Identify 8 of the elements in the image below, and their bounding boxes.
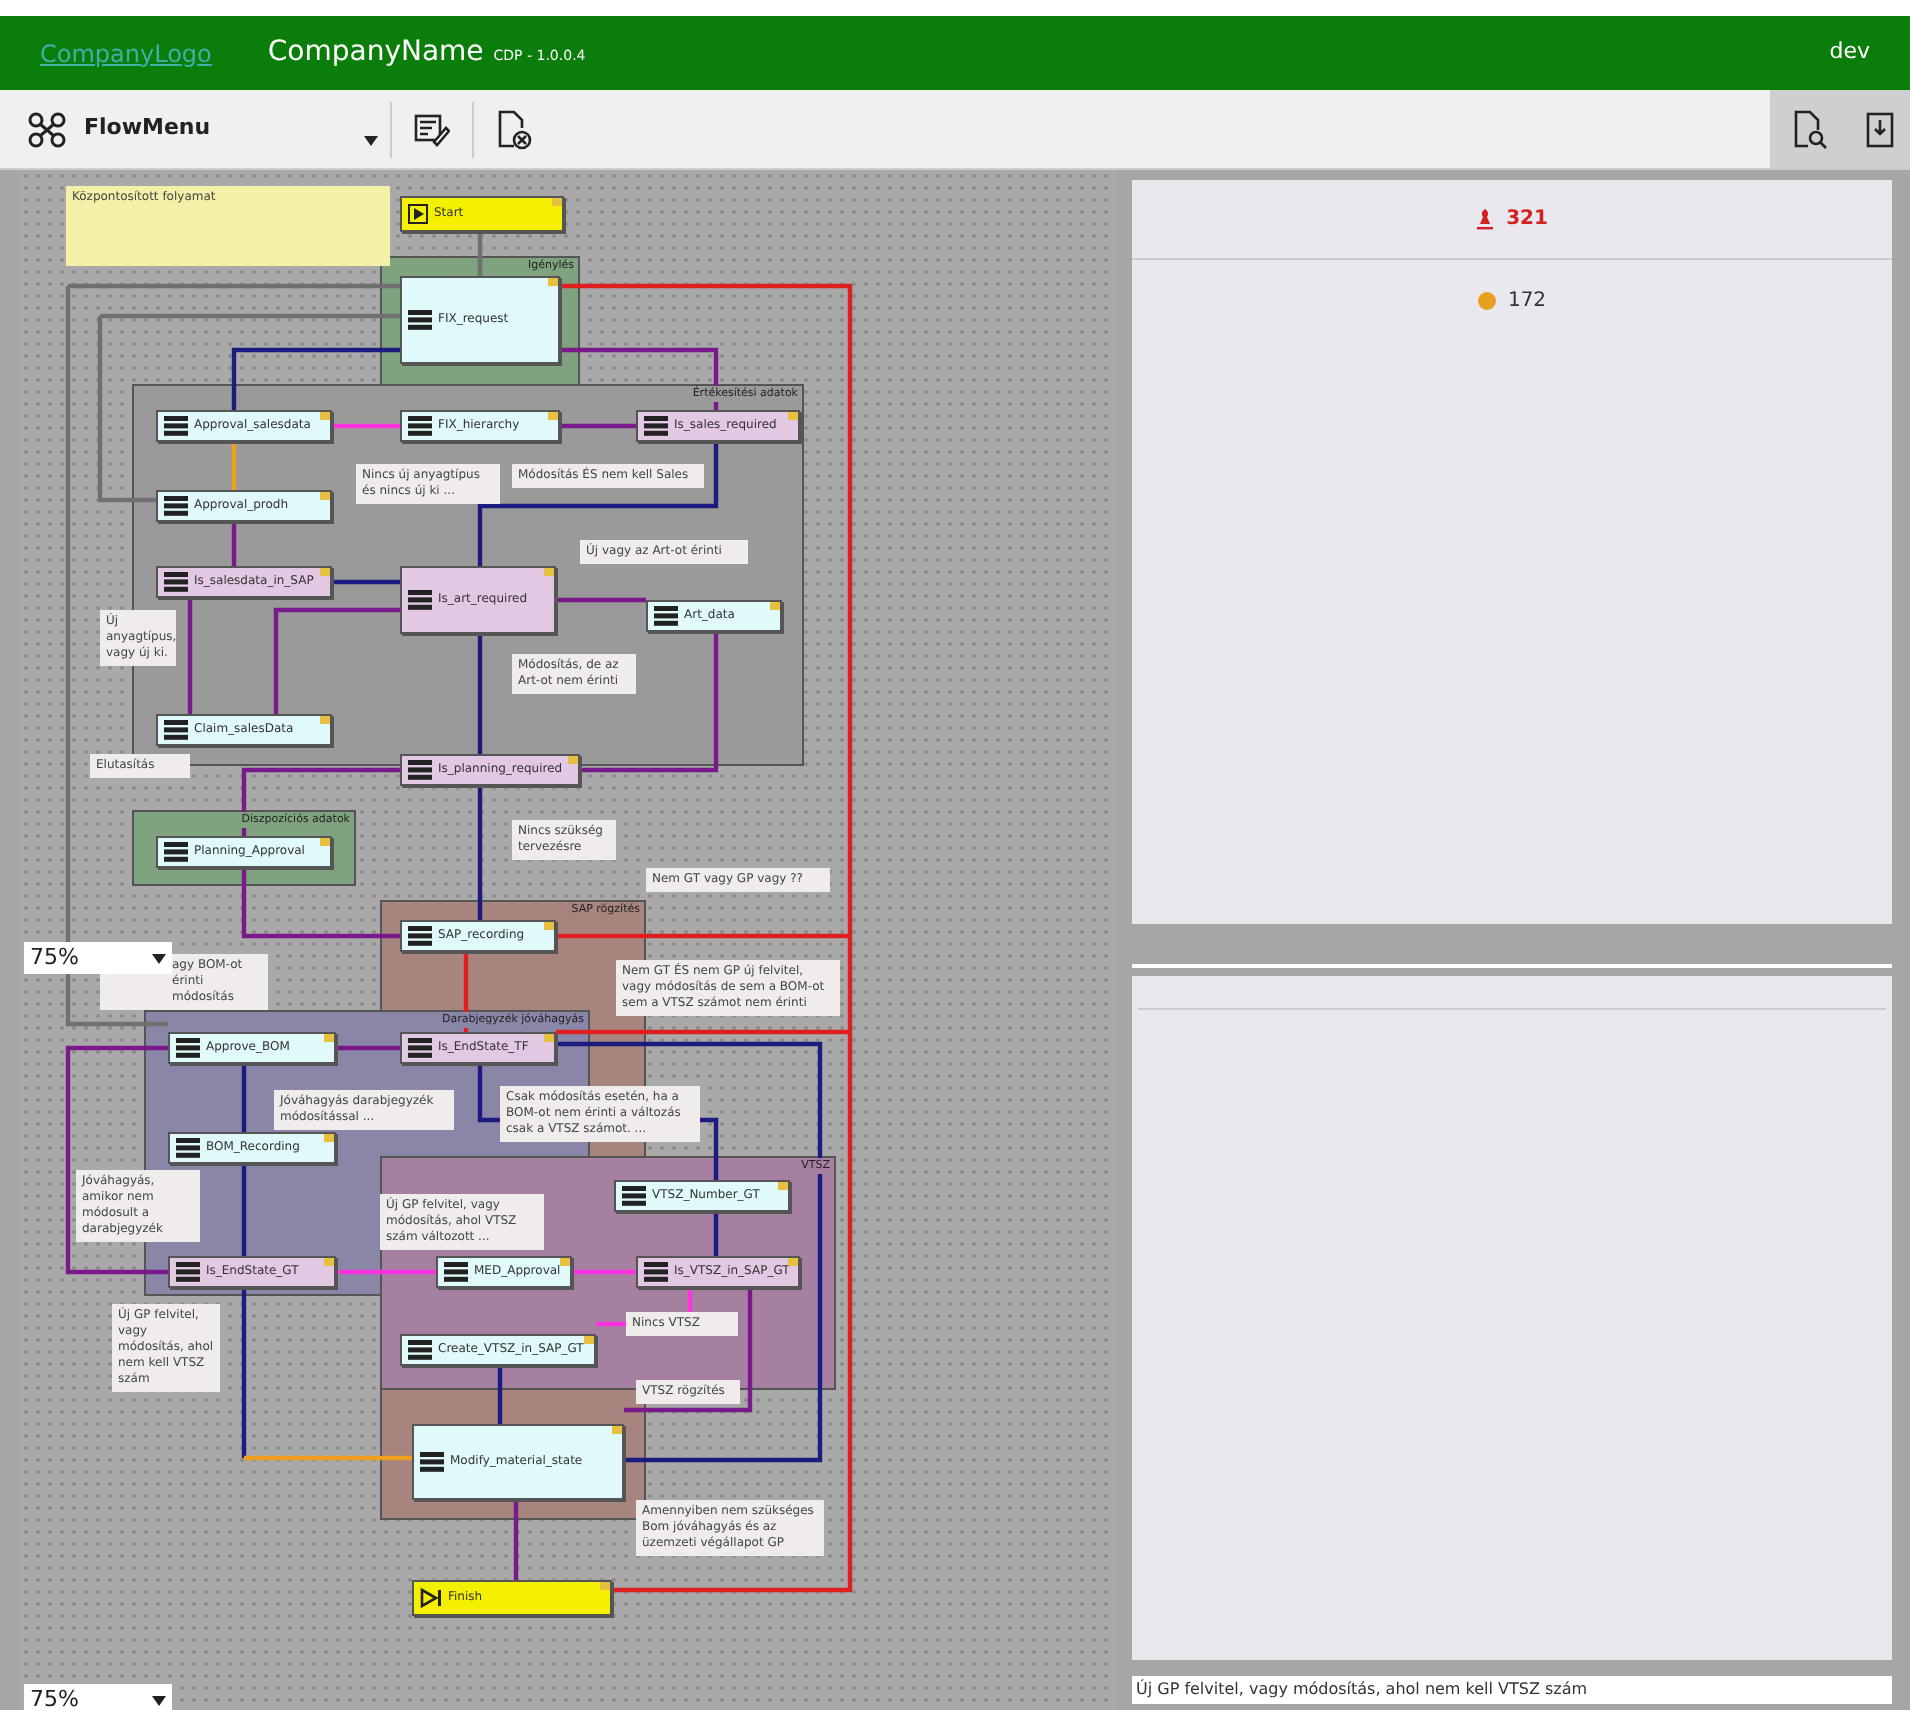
description-text: Új GP felvitel, vagy módosítás, ahol nem kell VTSZ szám bbox=[1132, 1676, 1892, 1704]
zoom-dropdown[interactable]: 75% bbox=[24, 942, 172, 974]
company-name: CompanyName bbox=[267, 34, 484, 72]
stat-count: 172 bbox=[1507, 287, 1547, 315]
flow-menu-dropdown[interactable]: FlowMenu bbox=[0, 90, 390, 168]
stat-count: 321 bbox=[1506, 206, 1548, 234]
zoom-dropdown[interactable]: 75% bbox=[24, 1684, 172, 1710]
user-name: dev bbox=[1829, 36, 1870, 69]
